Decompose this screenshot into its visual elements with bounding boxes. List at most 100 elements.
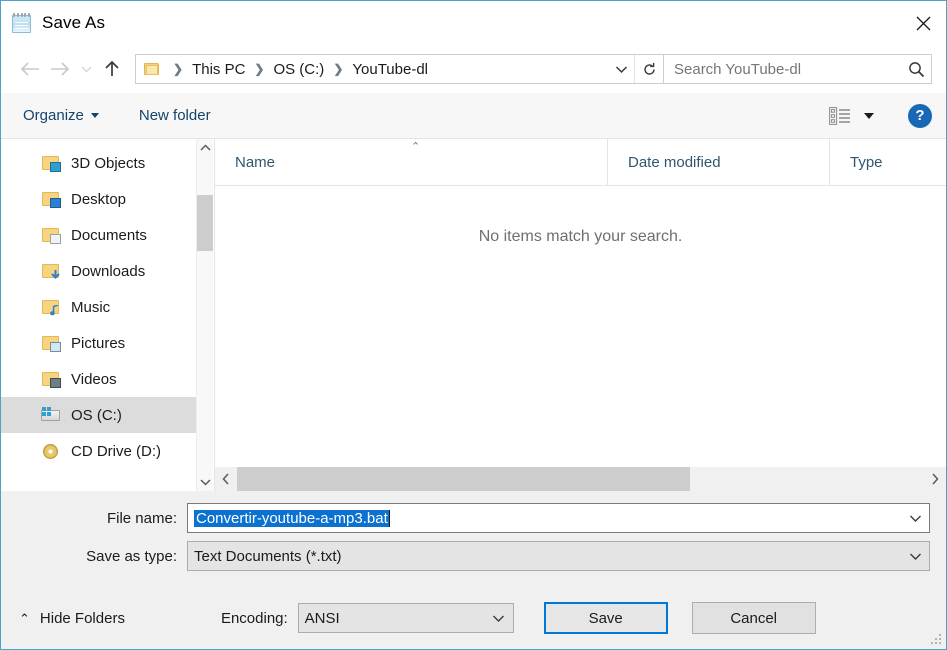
help-icon[interactable]: ? [908,103,932,128]
encoding-label: Encoding: [220,609,288,627]
sidebar-item-label: OS (C:) [71,406,122,424]
new-folder-button[interactable]: New folder [131,102,219,130]
folder-desktop-icon [41,190,61,208]
folder-icon [144,62,160,76]
form-area: File name: Convertir-youtube-a-mp3.bat S… [1,491,946,587]
encoding-select[interactable]: ANSI [297,603,514,633]
sidebar-item-label: 3D Objects [71,154,146,172]
folder-videos-icon [41,370,61,388]
sidebar-scrollbar[interactable] [196,139,213,491]
save-as-type-label: Save as type: [86,547,177,565]
sidebar-list: 3D Objects Desktop Documents Downloads M… [1,139,213,491]
column-label: Date modified [628,153,721,171]
file-name-field[interactable]: Convertir-youtube-a-mp3.bat [187,503,930,533]
arrow-up-icon[interactable] [97,54,127,84]
column-header-date-modified[interactable]: Date modified [607,139,829,185]
new-folder-label: New folder [138,107,211,124]
address-dropdown-icon[interactable] [608,55,634,83]
chevron-down-icon[interactable] [485,614,513,623]
breadcrumb-item-youtube-dl[interactable]: YouTube-dl [350,61,430,78]
chevron-down-icon[interactable] [75,54,97,84]
breadcrumb-item-os-c[interactable]: OS (C:) [271,61,326,78]
arrow-right-icon[interactable] [45,54,75,84]
sidebar-item-label: Videos [71,370,117,388]
refresh-icon[interactable] [634,55,663,83]
file-list-hscrollbar[interactable] [215,466,946,491]
folder-3d-objects-icon [41,154,61,172]
cd-drive-icon [41,442,61,460]
scrollbar-track[interactable] [237,467,924,491]
breadcrumb-separator: ❯ [254,62,265,76]
breadcrumb: ❯ This PC ❯ OS (C:) ❯ YouTube-dl [166,61,608,78]
sidebar-item-label: Music [71,298,111,316]
sidebar-item-desktop[interactable]: Desktop [1,181,213,217]
title-bar: Save As [1,1,946,45]
chevron-right-icon[interactable] [924,467,946,491]
breadcrumb-separator: ❯ [173,62,184,76]
window-title: Save As [42,13,106,32]
sidebar-item-cd-drive-d[interactable]: CD Drive (D:) [1,433,213,469]
sort-ascending-icon: ⌃ [411,141,421,153]
navigation-sidebar: 3D Objects Desktop Documents Downloads M… [1,139,214,491]
view-dropdown-icon[interactable] [864,112,874,119]
sidebar-item-documents[interactable]: Documents [1,217,213,253]
notepad-icon [11,12,33,34]
file-list-pane: ⌃ Name Date modified Type No items match… [214,139,946,491]
save-button[interactable]: Save [543,602,668,634]
save-as-type-row: Save as type: Text Documents (*.txt) [1,541,946,571]
empty-state-message: No items match your search. [478,228,683,245]
view-layout-icon[interactable] [828,106,852,126]
save-as-dialog: Save As ❯ This PC ❯ OS (C:) ❯ YouTube-dl… [0,0,947,650]
sidebar-item-3d-objects[interactable]: 3D Objects [1,145,213,181]
chevron-down-icon[interactable] [901,552,929,561]
address-bar[interactable]: ❯ This PC ❯ OS (C:) ❯ YouTube-dl [135,54,664,84]
search-input[interactable]: Search YouTube-dl [664,61,901,78]
sidebar-item-label: Pictures [71,334,126,352]
save-as-type-select[interactable]: Text Documents (*.txt) [187,541,930,571]
navigation-bar: ❯ This PC ❯ OS (C:) ❯ YouTube-dl Search [1,45,946,93]
dialog-footer: ⌃ Hide Folders Encoding: ANSI Save Cance… [1,587,946,649]
folder-music-icon [41,298,61,316]
organize-button[interactable]: Organize [15,102,107,130]
sidebar-item-downloads[interactable]: Downloads [1,253,213,289]
sidebar-item-os-c[interactable]: OS (C:) [1,397,213,433]
chevron-down-icon[interactable] [901,514,929,523]
search-box[interactable]: Search YouTube-dl [664,54,932,84]
resize-grip[interactable] [931,634,943,646]
toolbar: Organize New folder ? [1,93,946,139]
hide-folders-label: Hide Folders [39,609,125,627]
close-icon[interactable] [900,1,946,45]
chevron-up-icon[interactable] [197,139,213,157]
encoding-value: ANSI [304,609,340,627]
folder-documents-icon [41,226,61,244]
arrow-left-icon[interactable] [15,54,45,84]
chevron-down-icon[interactable] [197,473,213,491]
column-headers: ⌃ Name Date modified Type [215,139,946,186]
sidebar-item-label: CD Drive (D:) [71,442,161,460]
sidebar-item-label: Documents [71,226,147,244]
folder-downloads-icon [41,262,61,280]
scrollbar-thumb[interactable] [197,195,213,251]
chevron-left-icon[interactable] [215,467,237,491]
folder-pictures-icon [41,334,61,352]
sidebar-item-videos[interactable]: Videos [1,361,213,397]
dialog-body: 3D Objects Desktop Documents Downloads M… [1,139,946,491]
column-label: Name [235,153,276,171]
breadcrumb-item-this-pc[interactable]: This PC [190,61,247,78]
chevron-down-icon [90,113,99,118]
sidebar-item-music[interactable]: Music [1,289,213,325]
save-as-type-value: Text Documents (*.txt) [194,547,342,565]
breadcrumb-separator: ❯ [333,62,344,76]
sidebar-item-pictures[interactable]: Pictures [1,325,213,361]
scrollbar-track[interactable] [197,157,213,473]
column-header-name[interactable]: ⌃ Name [215,139,607,185]
cancel-button[interactable]: Cancel [691,602,816,634]
search-icon[interactable] [901,61,931,78]
drive-os-icon [41,406,61,424]
column-header-type[interactable]: Type [829,139,946,185]
file-name-input[interactable]: Convertir-youtube-a-mp3.bat [188,509,901,527]
organize-label: Organize [23,107,84,124]
hide-folders-button[interactable]: ⌃ Hide Folders [19,610,125,627]
scrollbar-thumb[interactable] [237,467,691,491]
file-name-label: File name: [106,509,177,527]
